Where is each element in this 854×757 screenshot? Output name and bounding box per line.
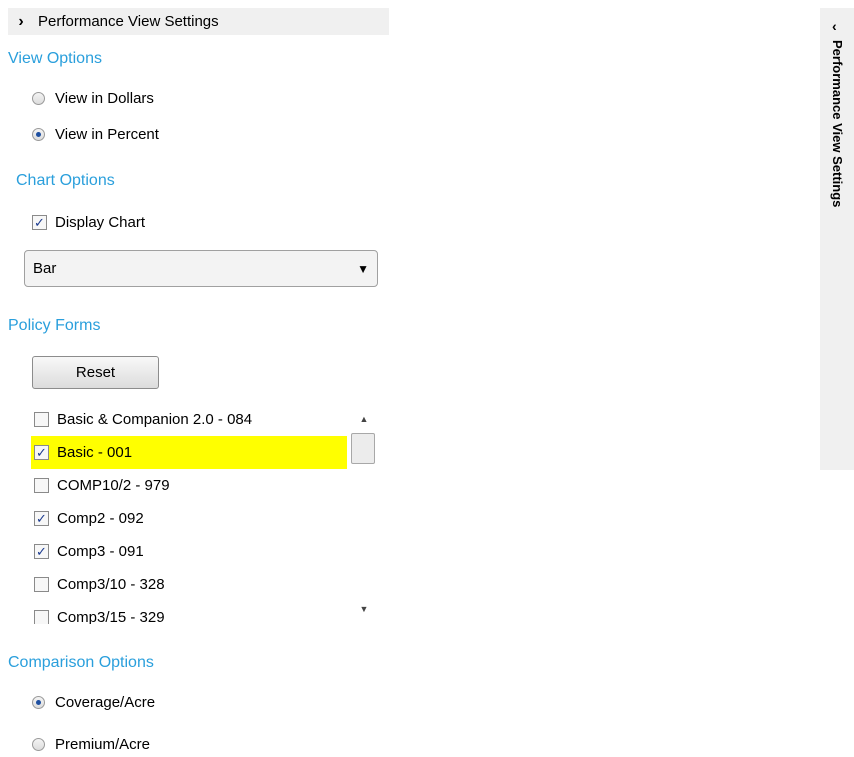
checkbox-icon[interactable]: ✓: [34, 445, 49, 460]
list-item-label: COMP10/2 - 979: [57, 477, 170, 494]
chevron-right-icon: ›: [18, 12, 24, 30]
list-scrollbar[interactable]: ▲ ▼: [349, 402, 379, 624]
list-item[interactable]: Comp3/10 - 328: [31, 568, 347, 601]
list-item-label: Comp2 - 092: [57, 510, 144, 527]
policy-forms-list[interactable]: Basic & Companion 2.0 - 084 ✓ Basic - 00…: [31, 402, 379, 624]
radio-view-percent[interactable]: View in Percent: [32, 126, 159, 143]
checkbox-icon[interactable]: ✓: [34, 511, 49, 526]
list-item[interactable]: ✓ Comp3 - 091: [31, 535, 347, 568]
radio-coverage-acre[interactable]: Coverage/Acre: [32, 694, 155, 711]
list-item[interactable]: ✓ Basic - 001: [31, 436, 347, 469]
radio-label: Coverage/Acre: [55, 694, 156, 711]
checkbox-icon[interactable]: [34, 412, 49, 427]
dropdown-arrow-icon[interactable]: ▼: [357, 262, 369, 276]
checkbox-icon[interactable]: [34, 577, 49, 592]
list-item-label: Basic - 001: [57, 444, 133, 461]
checkbox-icon[interactable]: [34, 610, 49, 624]
radio-label: Premium/Acre: [55, 736, 151, 753]
checkbox-icon[interactable]: ✓: [32, 215, 47, 230]
comparison-options-title: Comparison Options: [8, 654, 154, 671]
list-item[interactable]: Basic & Companion 2.0 - 084: [31, 403, 347, 436]
select-value: Bar: [33, 260, 57, 277]
radio-label: View in Dollars: [55, 90, 154, 107]
scroll-thumb[interactable]: [351, 433, 375, 464]
list-item-label: Basic & Companion 2.0 - 084: [57, 411, 253, 428]
list-item[interactable]: Comp3/15 - 329: [31, 601, 347, 624]
chart-type-select[interactable]: Bar ▼: [24, 250, 378, 287]
list-item-label: Comp3 - 091: [57, 543, 144, 560]
display-chart-checkbox[interactable]: ✓ Display Chart: [32, 214, 145, 231]
checkbox-icon[interactable]: ✓: [34, 544, 49, 559]
side-tab-title: Performance View Settings: [830, 40, 845, 208]
list-item-label: Comp3/15 - 329: [57, 609, 165, 624]
settings-panel-header[interactable]: › Performance View Settings: [8, 8, 389, 35]
chart-options-title: Chart Options: [16, 172, 115, 189]
radio-icon[interactable]: [32, 738, 45, 751]
list-item[interactable]: ✓ Comp2 - 092: [31, 502, 347, 535]
checkbox-label: Display Chart: [55, 214, 146, 231]
radio-label: View in Percent: [55, 126, 159, 143]
reset-button[interactable]: Reset: [32, 356, 159, 389]
radio-view-dollars[interactable]: View in Dollars: [32, 90, 154, 107]
list-item[interactable]: COMP10/2 - 979: [31, 469, 347, 502]
side-tab-performance-settings[interactable]: ‹ Performance View Settings: [820, 8, 854, 470]
policy-forms-title: Policy Forms: [8, 317, 101, 334]
radio-premium-acre[interactable]: Premium/Acre: [32, 736, 150, 753]
chevron-left-icon: ‹: [832, 18, 837, 34]
scroll-up-arrow-icon[interactable]: ▲: [349, 410, 379, 427]
checkbox-icon[interactable]: [34, 478, 49, 493]
panel-title: Performance View Settings: [38, 13, 219, 30]
view-options-title: View Options: [8, 50, 102, 67]
list-item-label: Comp3/10 - 328: [57, 576, 165, 593]
radio-icon[interactable]: [32, 128, 45, 141]
radio-icon[interactable]: [32, 92, 45, 105]
radio-icon[interactable]: [32, 696, 45, 709]
scroll-down-arrow-icon[interactable]: ▼: [349, 600, 379, 617]
